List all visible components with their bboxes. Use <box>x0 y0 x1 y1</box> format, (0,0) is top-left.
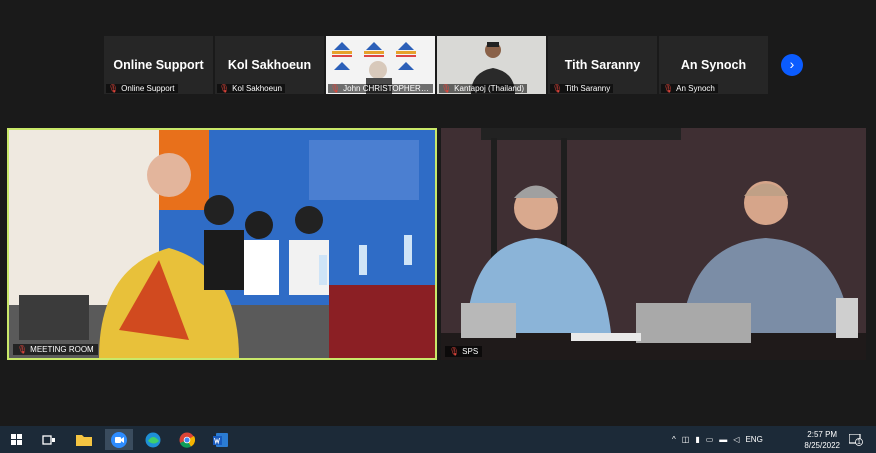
battery-icon[interactable]: ▭ <box>706 435 714 444</box>
participant-caption: 🎙 Kol Sakhoeun <box>217 84 285 93</box>
clock-date: 8/25/2022 <box>804 441 840 450</box>
video-label: 🎙 SPS <box>445 346 483 357</box>
participant-caption: 🎙 Tith Saranny <box>550 84 614 93</box>
chevron-right-icon[interactable]: › <box>781 54 803 76</box>
windows-taskbar: ^ ◫ ▮ ▭ ▬ ◁ ENG 2:57 PM 8/25/2022 1 <box>0 426 876 453</box>
zoom-icon[interactable] <box>105 429 133 450</box>
video-label: 🎙 MEETING ROOM <box>13 344 98 355</box>
notification-count: 1 <box>857 439 861 446</box>
participant-tile-video[interactable]: 🎙 John CHRISTOPHER, P... <box>326 36 435 94</box>
participant-strip: Online Support 🎙 Online Support Kol Sakho… <box>104 36 768 94</box>
participant-name: Tith Saranny <box>564 58 641 72</box>
monitor-icon[interactable]: ▬ <box>719 435 727 444</box>
participant-name: An Synoch <box>680 58 747 72</box>
usb-icon[interactable]: ▮ <box>695 435 699 444</box>
mic-muted-icon: 🎙 <box>449 347 460 356</box>
mic-muted-icon: 🎙 <box>17 345 28 354</box>
windows-start-icon[interactable] <box>6 429 28 450</box>
clock[interactable]: 2:57 PM 8/25/2022 <box>804 429 840 451</box>
mic-muted-icon: 🎙 <box>108 84 119 93</box>
meeting-room-video-image <box>9 130 435 358</box>
chevron-up-icon[interactable]: ^ <box>672 435 676 444</box>
system-tray: ^ ◫ ▮ ▭ ▬ ◁ ENG <box>672 426 769 453</box>
participant-tile[interactable]: Tith Saranny 🎙 Tith Saranny <box>548 36 657 94</box>
volume-icon[interactable]: ◁ <box>733 435 739 444</box>
participant-caption: 🎙 An Synoch <box>661 84 718 93</box>
network-icon[interactable]: ◫ <box>682 435 690 444</box>
sps-video-image <box>441 128 866 360</box>
participant-tile[interactable]: Kol Sakhoeun 🎙 Kol Sakhoeun <box>215 36 324 94</box>
edge-browser-icon[interactable] <box>142 429 164 450</box>
task-view-icon[interactable] <box>38 429 60 450</box>
participant-tile[interactable]: Online Support 🎙 Online Support <box>104 36 213 94</box>
mic-muted-icon: 🎙 <box>552 84 563 93</box>
mic-muted-icon: 🎙 <box>441 84 452 93</box>
video-meeting-room[interactable]: 🎙 MEETING ROOM <box>7 128 437 360</box>
mic-muted-icon: 🎙 <box>219 84 230 93</box>
participant-tile-video[interactable]: 🎙 Kantapoj (Thailand) <box>437 36 546 94</box>
chrome-browser-icon[interactable] <box>176 429 198 450</box>
language-indicator[interactable]: ENG <box>745 435 762 444</box>
mic-muted-icon: 🎙 <box>330 84 341 93</box>
word-icon[interactable] <box>210 429 232 450</box>
participant-caption: 🎙 John CHRISTOPHER, P... <box>328 84 433 93</box>
participant-name: Online Support <box>113 58 204 72</box>
notifications-icon[interactable]: 1 <box>845 429 867 450</box>
participant-tile[interactable]: An Synoch 🎙 An Synoch <box>659 36 768 94</box>
clock-time: 2:57 PM <box>807 430 838 439</box>
video-sps[interactable]: 🎙 SPS <box>441 128 866 360</box>
participant-caption: 🎙 Online Support <box>106 84 178 93</box>
participant-name: Kol Sakhoeun <box>227 58 312 72</box>
file-explorer-icon[interactable] <box>73 429 95 450</box>
participant-caption: 🎙 Kantapoj (Thailand) <box>439 84 527 93</box>
mic-muted-icon: 🎙 <box>663 84 674 93</box>
